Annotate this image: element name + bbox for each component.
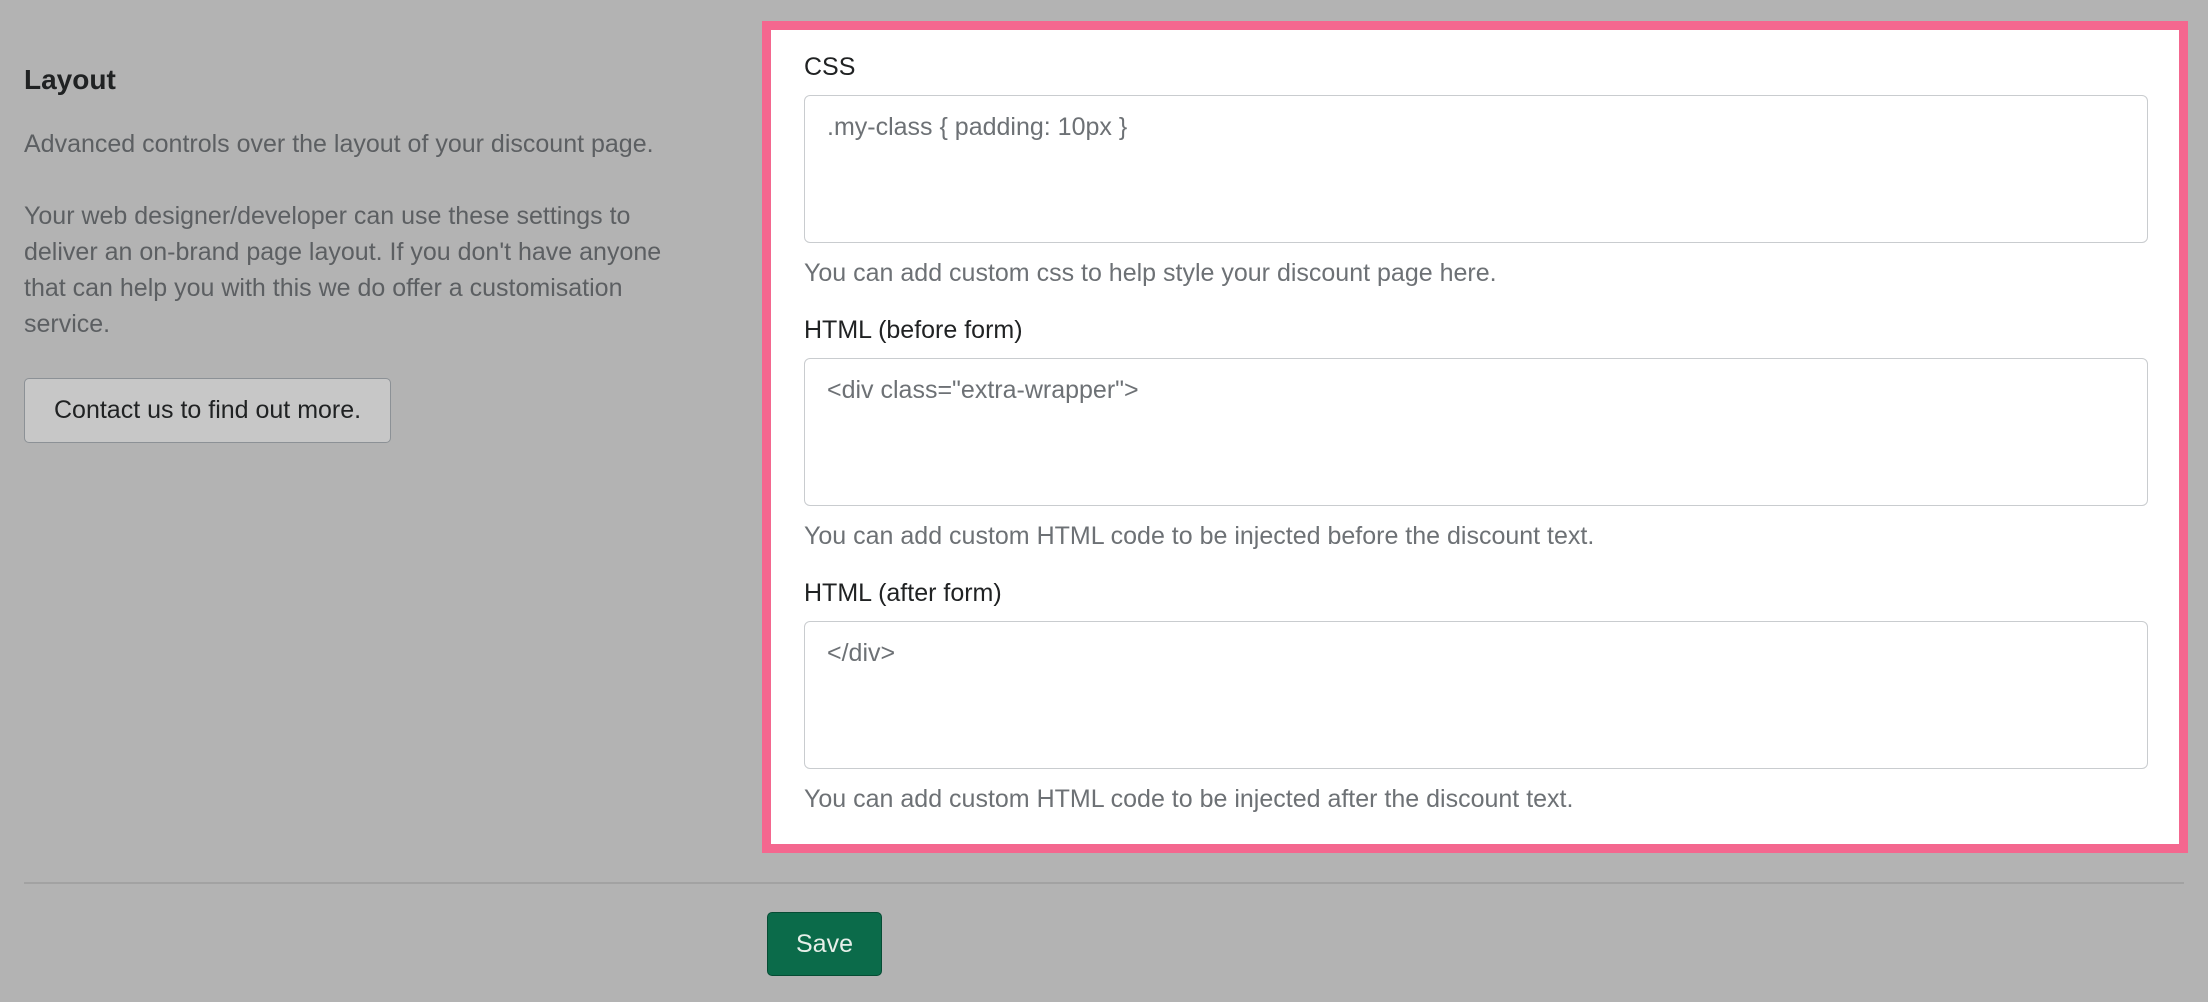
css-help-text: You can add custom css to help style you… xyxy=(804,259,1497,287)
html-before-field-label: HTML (before form) xyxy=(804,316,1023,344)
css-field-label: CSS xyxy=(804,53,856,81)
section-title: Layout xyxy=(24,64,116,95)
html-before-help-text: You can add custom HTML code to be injec… xyxy=(804,522,1595,550)
footer-divider xyxy=(24,882,2184,884)
html-after-help-text: You can add custom HTML code to be injec… xyxy=(804,785,1574,813)
css-textarea[interactable] xyxy=(804,95,2148,243)
section-description: Advanced controls over the layout of you… xyxy=(24,126,704,342)
contact-us-button[interactable]: Contact us to find out more. xyxy=(24,378,392,443)
html-after-field-group: HTML (after form) You can add custom HTM… xyxy=(804,575,2148,816)
html-after-field-label: HTML (after form) xyxy=(804,579,1002,607)
html-before-field-group: HTML (before form) You can add custom HT… xyxy=(804,312,2148,553)
html-before-textarea[interactable] xyxy=(804,358,2148,506)
layout-description-panel: Layout Advanced controls over the layout… xyxy=(24,58,704,443)
css-field-group: CSS You can add custom css to help style… xyxy=(804,49,2148,290)
html-after-textarea[interactable] xyxy=(804,621,2148,769)
custom-code-card: CSS You can add custom css to help style… xyxy=(762,21,2188,853)
section-details: Your web designer/developer can use thes… xyxy=(24,202,662,338)
section-summary: Advanced controls over the layout of you… xyxy=(24,130,654,158)
layout-settings-page: Layout Advanced controls over the layout… xyxy=(0,0,2208,1002)
save-button[interactable]: Save xyxy=(767,912,882,976)
